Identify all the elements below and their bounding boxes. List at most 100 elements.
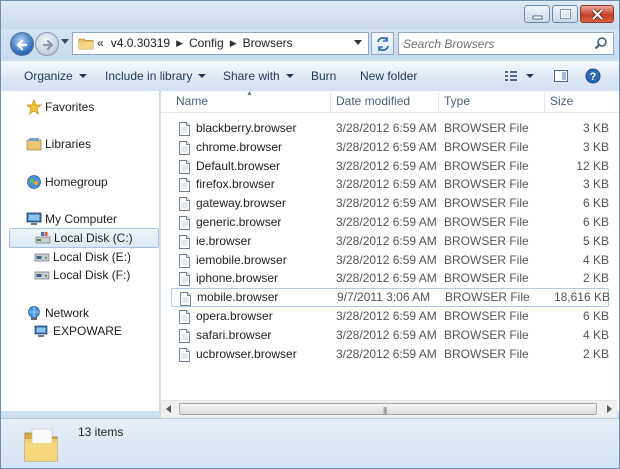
sort-ascending-icon: ▲ — [246, 90, 253, 97]
file-date-modified: 3/28/2012 6:59 AM — [336, 177, 437, 191]
file-size: 12 KB — [576, 159, 609, 173]
file-row[interactable]: firefox.browser 3/28/2012 6:59 AM BROWSER … — [171, 175, 609, 194]
column-date-modified[interactable]: Date modified — [336, 91, 410, 112]
maximize-button[interactable] — [552, 5, 578, 23]
file-type: BROWSER File — [444, 159, 529, 173]
network-computer-icon — [34, 325, 48, 337]
document-icon — [179, 122, 190, 136]
file-name: ucbrowser.browser — [196, 347, 297, 361]
document-icon — [180, 292, 191, 306]
breadcrumb-separator-icon[interactable]: ▶ — [230, 33, 237, 54]
document-icon — [179, 197, 190, 211]
file-type: BROWSER File — [444, 121, 529, 135]
column-divider[interactable] — [544, 93, 545, 112]
column-header: ▲ Name Date modified Type Size — [161, 90, 619, 113]
maximize-icon — [560, 9, 571, 19]
include-in-library-button[interactable]: Include in library — [105, 69, 207, 83]
forward-button[interactable] — [35, 32, 59, 56]
nav-item-network[interactable]: Network — [26, 303, 156, 323]
minimize-button[interactable] — [524, 5, 550, 23]
column-divider[interactable] — [330, 93, 331, 112]
file-name: opera.browser — [196, 309, 273, 323]
file-size: 3 KB — [582, 140, 609, 154]
breadcrumb-item[interactable]: Browsers — [243, 33, 293, 54]
refresh-button[interactable] — [371, 32, 394, 55]
file-row[interactable]: iemobile.browser 3/28/2012 6:59 AM BROWSER… — [171, 251, 609, 270]
nav-item-my-computer[interactable]: My Computer — [26, 209, 156, 229]
nav-item-label: Favorites — [45, 100, 95, 114]
nav-item-label: My Computer — [45, 212, 118, 226]
nav-item-label: Local Disk (F:) — [53, 268, 131, 282]
file-name: ie.browser — [196, 234, 252, 248]
organize-button[interactable]: Organize — [24, 69, 87, 83]
document-icon — [179, 178, 190, 192]
file-row[interactable]: iphone.browser 3/28/2012 6:59 AM BROWSER F… — [171, 269, 609, 288]
view-options-icon[interactable] — [504, 68, 536, 84]
file-type: BROWSER File — [444, 309, 529, 323]
share-with-button[interactable]: Share with — [223, 69, 294, 83]
preview-pane-icon[interactable] — [553, 68, 569, 84]
column-type[interactable]: Type — [444, 91, 470, 112]
breadcrumb-overflow[interactable]: « — [97, 33, 104, 54]
dropdown-caret-icon — [78, 74, 87, 78]
scrollbar-thumb[interactable]: ||| — [179, 403, 597, 415]
search-input[interactable] — [403, 35, 589, 52]
burn-button[interactable]: Burn — [311, 69, 336, 83]
file-row[interactable]: blackberry.browser 3/28/2012 6:59 AM BROWS… — [171, 119, 609, 138]
file-date-modified: 3/28/2012 6:59 AM — [336, 196, 437, 210]
recent-pages-dropdown-icon[interactable] — [61, 39, 70, 45]
dropdown-caret-icon — [285, 74, 294, 78]
file-row[interactable]: ucbrowser.browser 3/28/2012 6:59 AM BROWSE… — [171, 345, 609, 364]
item-count: 13 items — [78, 425, 124, 439]
homegroup-icon — [27, 175, 41, 189]
title-bar — [1, 1, 619, 29]
file-row[interactable]: opera.browser 3/28/2012 6:59 AM BROWSER Fi… — [171, 307, 609, 326]
new-folder-button[interactable]: New folder — [360, 69, 417, 83]
document-icon — [179, 141, 190, 155]
nav-item-libraries[interactable]: Libraries — [26, 134, 156, 154]
document-icon — [179, 348, 190, 362]
column-size[interactable]: Size — [550, 91, 573, 112]
nav-item-local-disk-c[interactable]: Local Disk (C:) — [9, 228, 159, 248]
file-date-modified: 3/28/2012 6:59 AM — [336, 271, 437, 285]
column-name[interactable]: Name — [176, 91, 208, 112]
address-dropdown-icon[interactable] — [354, 40, 363, 46]
folder-icon — [78, 38, 94, 50]
breadcrumb-separator-icon[interactable]: ▶ — [176, 33, 183, 54]
nav-item-homegroup[interactable]: Homegroup — [26, 172, 156, 192]
horizontal-scrollbar[interactable]: ||| — [161, 400, 617, 418]
file-row[interactable]: gateway.browser 3/28/2012 6:59 AM BROWSER … — [171, 194, 609, 213]
scroll-right-icon[interactable] — [607, 405, 612, 413]
close-button[interactable] — [580, 5, 614, 23]
help-icon[interactable]: ? — [585, 68, 601, 84]
new-folder-label: New folder — [360, 69, 418, 83]
include-in-library-label: Include in library — [105, 69, 193, 83]
libraries-icon — [26, 138, 42, 151]
file-row[interactable]: chrome.browser 3/28/2012 6:59 AM BROWSER F… — [171, 138, 609, 157]
nav-item-local-disk-f[interactable]: Local Disk (F:) — [34, 265, 154, 285]
file-name: chrome.browser — [196, 140, 283, 154]
nav-item-local-disk-e[interactable]: Local Disk (E:) — [34, 247, 154, 267]
file-name: firefox.browser — [196, 177, 275, 191]
nav-item-expoware[interactable]: EXPOWARE — [34, 321, 154, 341]
breadcrumb-item[interactable]: v4.0.30319 — [111, 33, 170, 54]
breadcrumb-item[interactable]: Config — [189, 33, 224, 54]
address-bar[interactable]: « v4.0.30319 ▶ Config ▶ Browsers — [72, 32, 369, 55]
search-icon[interactable] — [594, 36, 609, 51]
close-icon — [591, 8, 604, 21]
nav-item-favorites[interactable]: Favorites — [26, 97, 156, 117]
file-date-modified: 3/28/2012 6:59 AM — [336, 159, 437, 173]
back-button[interactable] — [10, 32, 34, 56]
file-row[interactable]: safari.browser 3/28/2012 6:59 AM BROWSER F… — [171, 326, 609, 345]
file-type: BROWSER File — [444, 177, 529, 191]
file-name: Default.browser — [196, 159, 281, 173]
file-size: 6 KB — [582, 215, 609, 229]
file-size: 3 KB — [582, 177, 609, 191]
file-date-modified: 3/28/2012 6:59 AM — [336, 215, 437, 229]
scroll-left-icon[interactable] — [166, 405, 171, 413]
file-row[interactable]: Default.browser 3/28/2012 6:59 AM BROWSER … — [171, 157, 609, 176]
file-row[interactable]: ie.browser 3/28/2012 6:59 AM BROWSER File 5… — [171, 232, 609, 251]
column-divider[interactable] — [438, 93, 439, 112]
file-row[interactable]: generic.browser 3/28/2012 6:59 AM BROWSER … — [171, 213, 609, 232]
file-row[interactable]: mobile.browser 9/7/2011 3:06 AM BROWSER Fi… — [171, 288, 610, 307]
